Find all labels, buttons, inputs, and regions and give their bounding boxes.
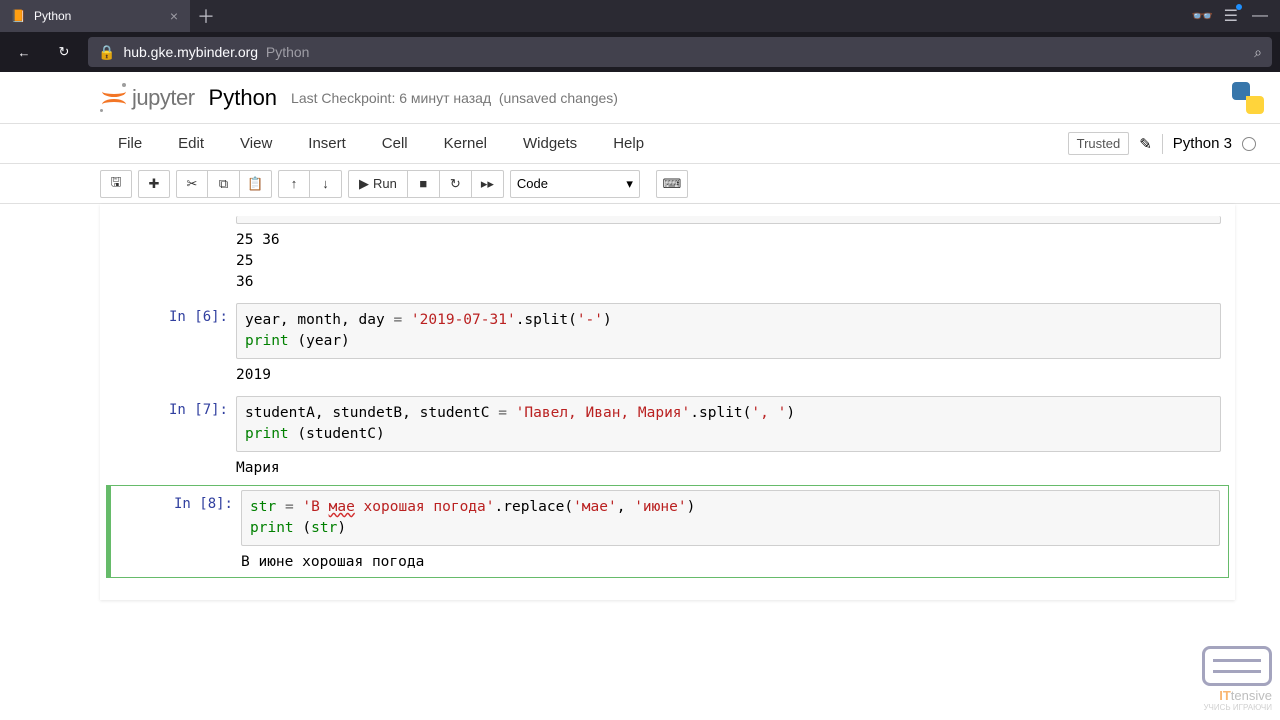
cell-output: В июне хорошая погода (241, 546, 1220, 573)
menu-insert[interactable]: Insert (290, 135, 364, 152)
cell-prompt: In [7]: (106, 396, 236, 479)
code-input[interactable]: studentA, stundetB, studentC = 'Павел, И… (236, 396, 1221, 452)
lock-icon: 🔒 (98, 44, 115, 61)
url-path: Python (266, 44, 310, 60)
browser-tab-bar: 📙 Python × ＋ 👓 ☰ — (0, 0, 1280, 32)
move-up-button[interactable]: ↑ (278, 170, 310, 198)
kernel-name[interactable]: Python 3 (1173, 135, 1232, 152)
new-tab-button[interactable]: ＋ (190, 0, 222, 32)
move-down-button[interactable]: ↓ (310, 170, 342, 198)
notebook-area: 25 36 25 36 In [6]: year, month, day = '… (100, 204, 1235, 600)
checkpoint-text: Last Checkpoint: 6 минут назад (unsaved … (291, 90, 618, 106)
menu-view[interactable]: View (222, 135, 290, 152)
copy-button[interactable]: ⧉ (208, 170, 240, 198)
menu-help[interactable]: Help (595, 135, 662, 152)
menu-widgets[interactable]: Widgets (505, 135, 595, 152)
address-bar: ← ↻ 🔒 hub.gke.mybinder.org Python ⌕ (0, 32, 1280, 72)
cell-prompt: In [8]: (111, 490, 241, 573)
browser-tab[interactable]: 📙 Python × (0, 0, 190, 32)
restart-button[interactable]: ↻ (440, 170, 472, 198)
watermark: ITtensive УЧИСЬ ИГРАЮЧИ (1202, 646, 1272, 712)
reader-icon[interactable]: 👓 (1191, 6, 1209, 27)
menu-kernel[interactable]: Kernel (426, 135, 505, 152)
code-cell[interactable]: In [6]: year, month, day = '2019-07-31'.… (106, 299, 1229, 390)
tab-title: Python (34, 9, 71, 23)
cut-button[interactable]: ✂ (176, 170, 208, 198)
cell-output: Мария (236, 452, 1221, 479)
menubar: File Edit View Insert Cell Kernel Widget… (0, 124, 1280, 164)
code-cell[interactable]: 25 36 25 36 (106, 212, 1229, 297)
code-input[interactable] (236, 216, 1221, 224)
code-input[interactable]: str = 'В мае хорошая погода'.replace('ма… (241, 490, 1220, 546)
interrupt-button[interactable]: ■ (408, 170, 440, 198)
code-cell-selected[interactable]: In [8]: str = 'В мае хорошая погода'.rep… (106, 485, 1229, 578)
menu-edit[interactable]: Edit (160, 135, 222, 152)
minimize-icon[interactable]: — (1252, 7, 1268, 25)
restart-run-button[interactable]: ▸▸ (472, 170, 504, 198)
close-tab-icon[interactable]: × (166, 8, 182, 24)
toolbar: 🖫 ✚ ✂ ⧉ 📋 ↑ ↓ ▶ Run ■ ↻ ▸▸ Code▾ ⌨ (0, 164, 1280, 204)
run-button[interactable]: ▶ Run (348, 170, 408, 198)
back-button[interactable]: ← (8, 36, 40, 68)
python-logo (1232, 82, 1264, 114)
command-palette-button[interactable]: ⌨ (656, 170, 688, 198)
cell-prompt: In [6]: (106, 303, 236, 386)
cell-output: 2019 (236, 359, 1221, 386)
url-input[interactable]: 🔒 hub.gke.mybinder.org Python ⌕ (88, 37, 1272, 67)
trusted-badge[interactable]: Trusted (1068, 132, 1130, 155)
jupyter-logo[interactable]: jupyter (100, 84, 195, 112)
menu-icon[interactable]: ☰ (1224, 6, 1238, 26)
add-cell-button[interactable]: ✚ (138, 170, 170, 198)
menu-cell[interactable]: Cell (364, 135, 426, 152)
code-cell[interactable]: In [7]: studentA, stundetB, studentC = '… (106, 392, 1229, 483)
notebook-title[interactable]: Python (209, 85, 278, 111)
menu-file[interactable]: File (100, 135, 160, 152)
search-icon[interactable]: ⌕ (1254, 44, 1262, 61)
kernel-indicator (1242, 137, 1256, 151)
cell-type-select[interactable]: Code▾ (510, 170, 640, 198)
jupyter-header: jupyter Python Last Checkpoint: 6 минут … (0, 72, 1280, 124)
paste-button[interactable]: 📋 (240, 170, 272, 198)
save-button[interactable]: 🖫 (100, 170, 132, 198)
edit-icon[interactable]: ✎ (1139, 135, 1152, 153)
cell-output: 25 36 25 36 (236, 224, 1221, 293)
code-input[interactable]: year, month, day = '2019-07-31'.split('-… (236, 303, 1221, 359)
reload-button[interactable]: ↻ (48, 36, 80, 68)
cell-prompt (106, 216, 236, 293)
url-host: hub.gke.mybinder.org (123, 44, 258, 60)
notebook-icon: 📙 (10, 8, 26, 24)
